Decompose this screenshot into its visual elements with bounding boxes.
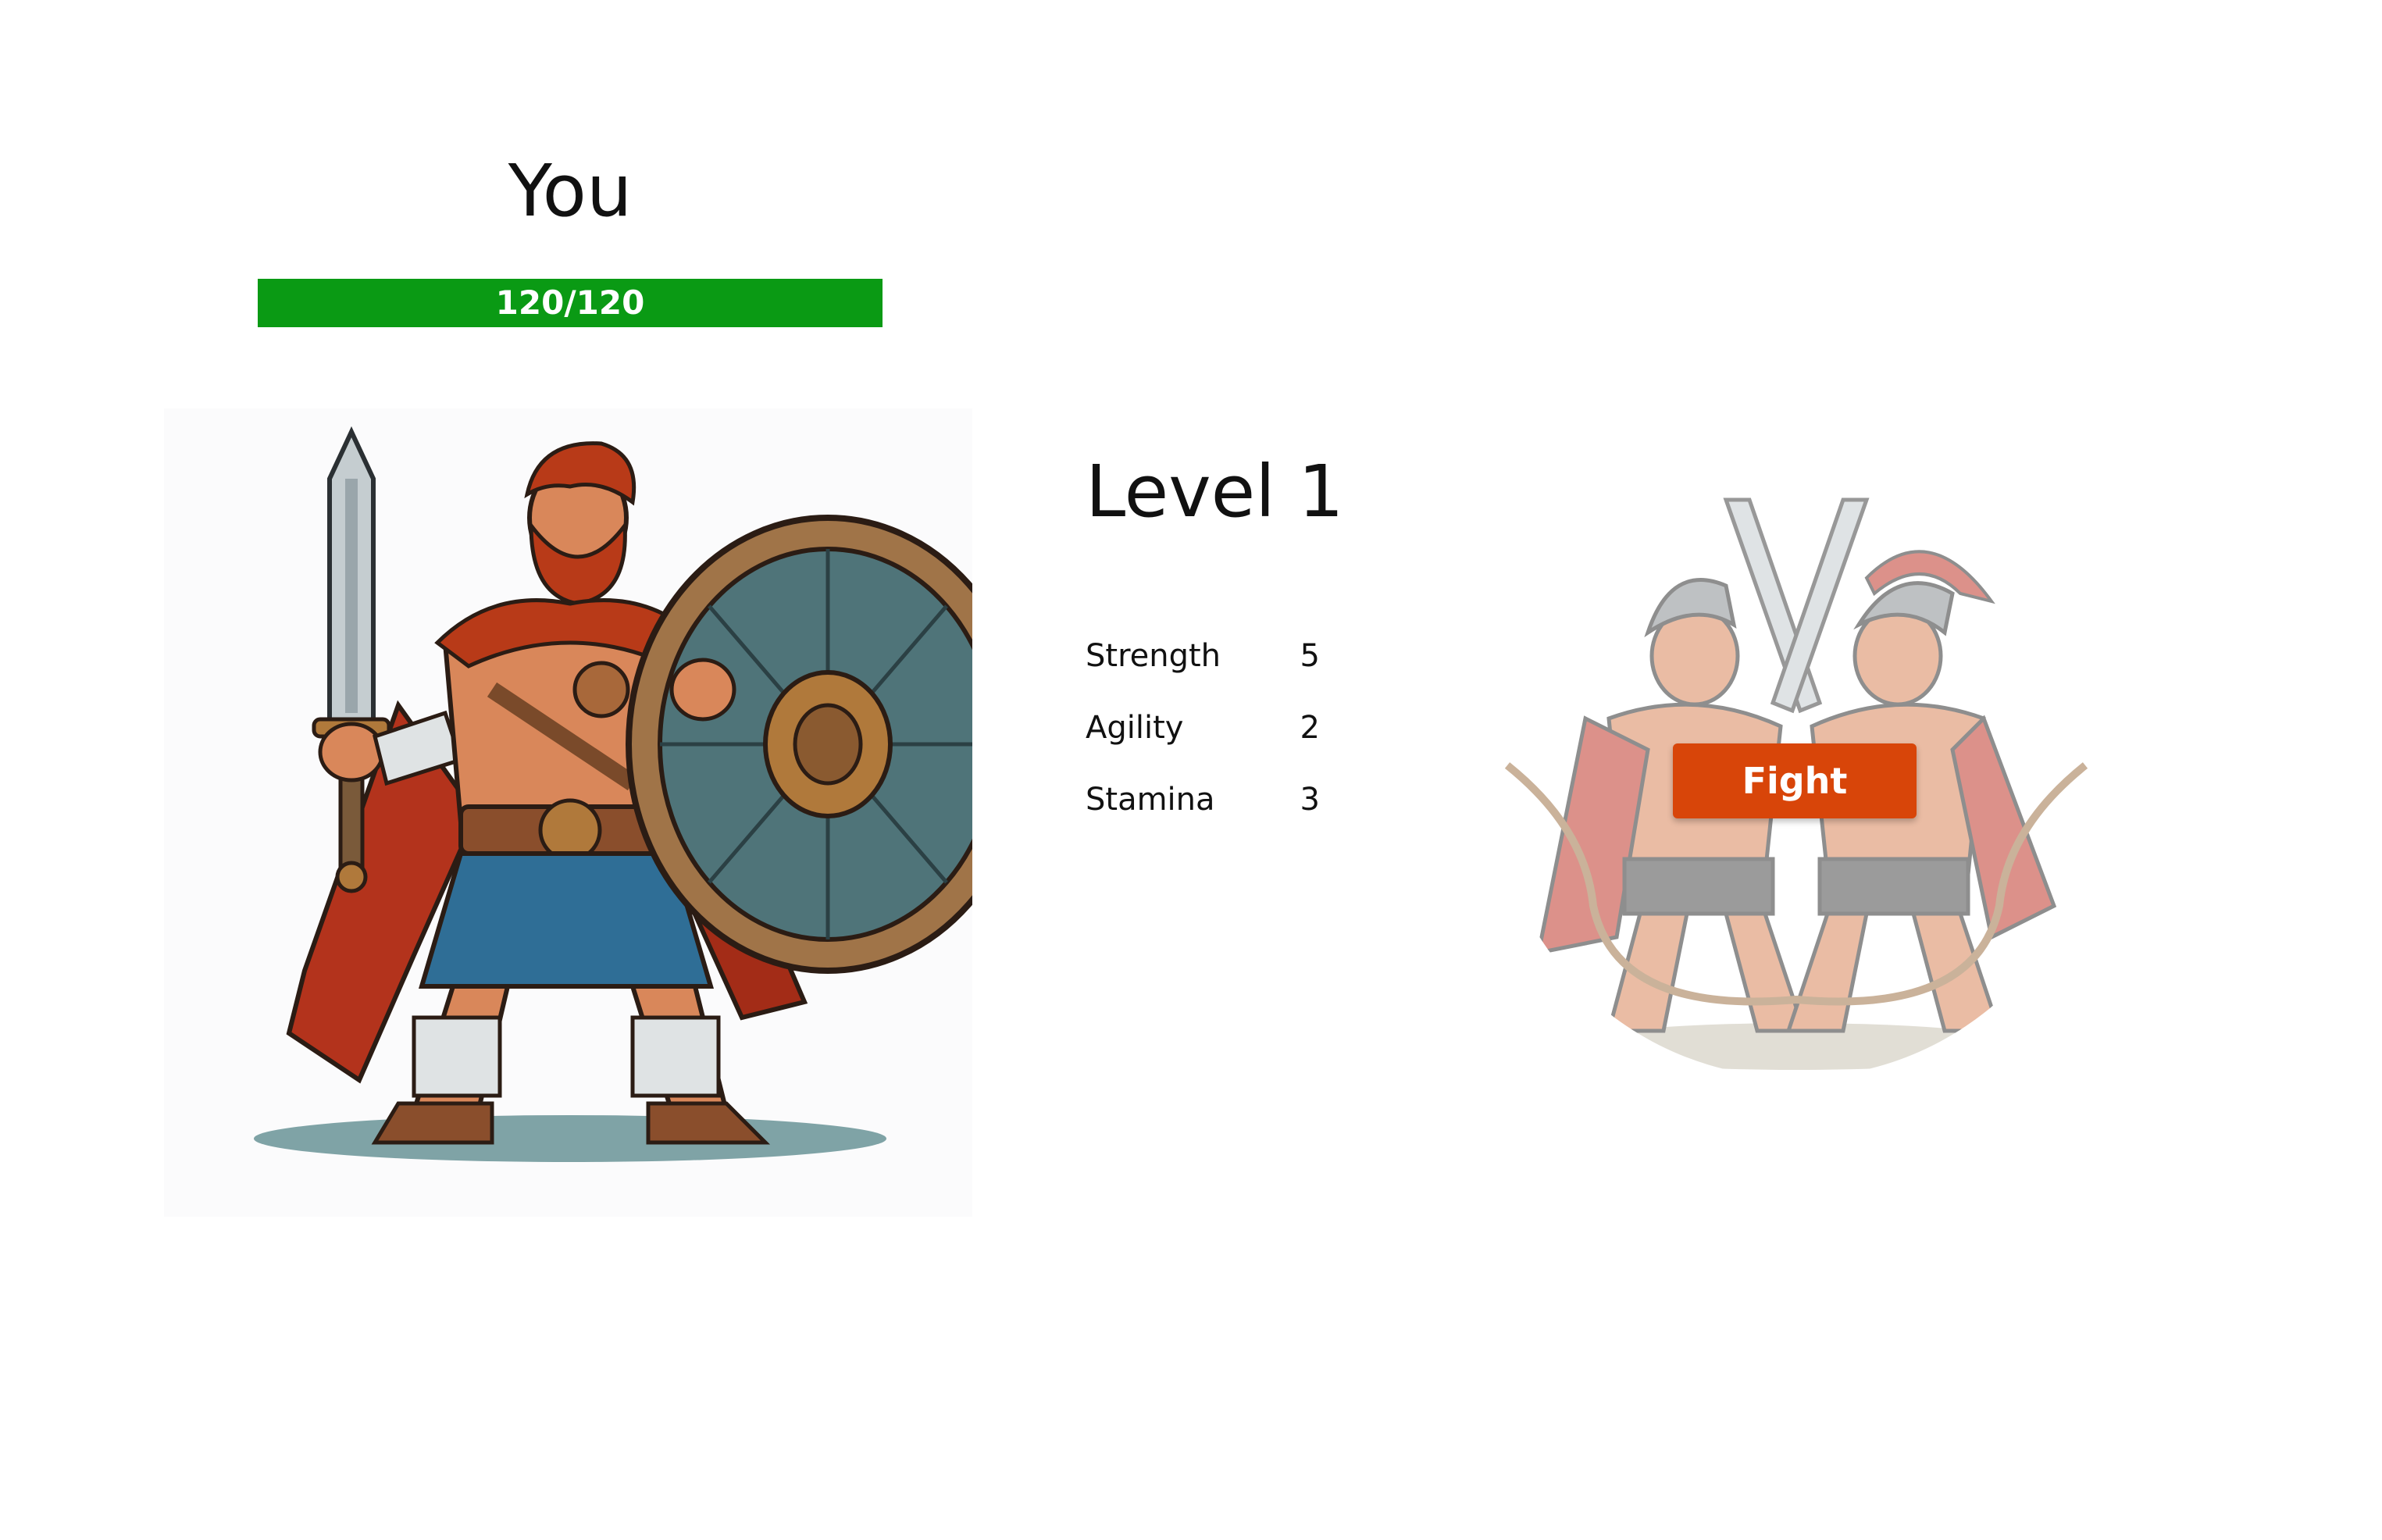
stat-row-stamina: Stamina 3 (1086, 776, 1320, 848)
stat-row-strength: Strength 5 (1086, 633, 1320, 704)
stat-name: Stamina (1086, 782, 1215, 818)
fight-panel: Fight (1492, 469, 2101, 1078)
player-name: You (508, 149, 633, 233)
stat-name: Agility (1086, 710, 1184, 746)
gladiator-portrait (164, 408, 972, 1217)
stat-row-agility: Agility 2 (1086, 704, 1320, 776)
stat-value: 3 (1300, 782, 1320, 818)
health-bar: 120/120 (258, 279, 883, 327)
health-bar-text: 120/120 (495, 283, 645, 322)
stat-name: Strength (1086, 638, 1221, 674)
stats-list: Strength 5 Agility 2 Stamina 3 (1086, 633, 1320, 848)
stat-value: 5 (1300, 638, 1320, 674)
stat-value: 2 (1300, 710, 1320, 746)
level-title: Level 1 (1086, 450, 1344, 533)
fight-button[interactable]: Fight (1673, 743, 1917, 818)
